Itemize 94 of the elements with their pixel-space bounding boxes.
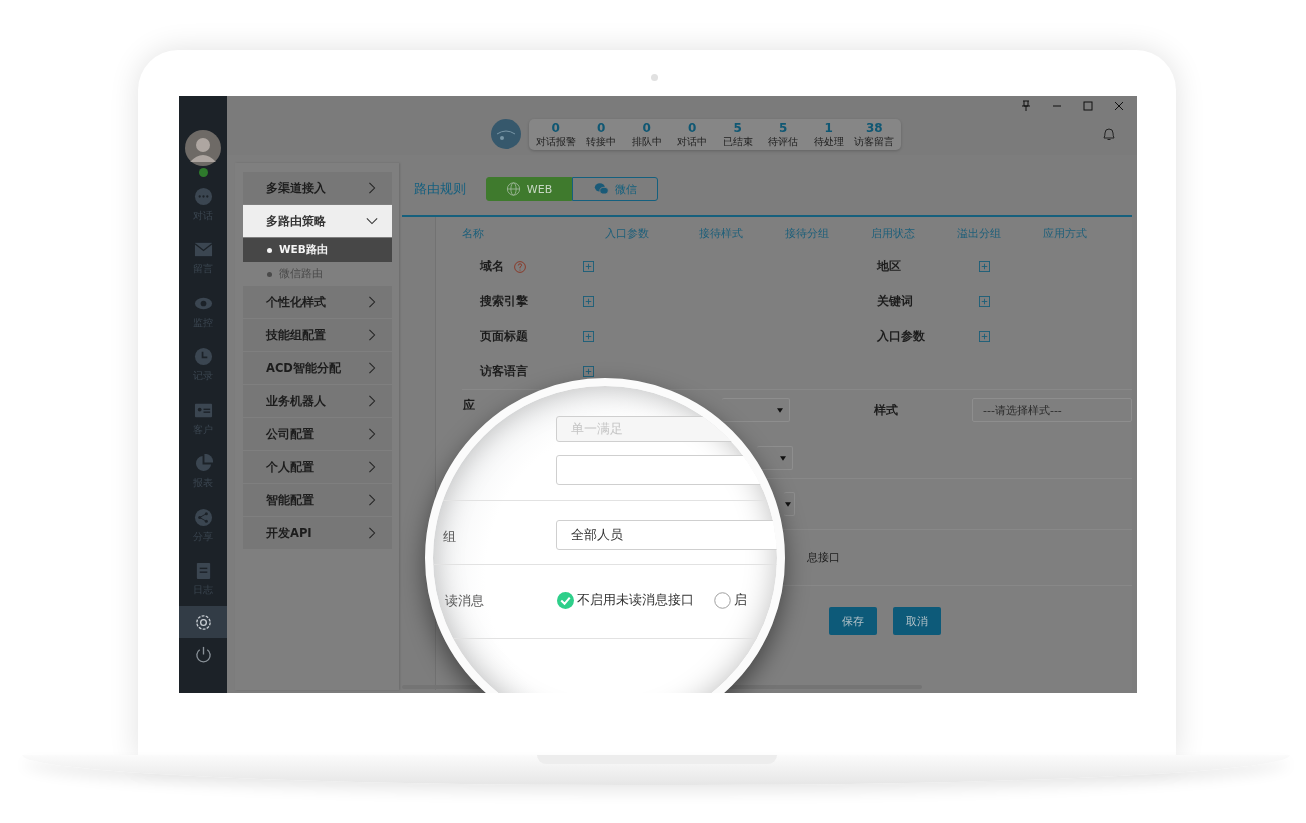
- globe-icon: [505, 182, 521, 196]
- field-label: 组: [443, 528, 456, 546]
- stat-value: 0: [688, 120, 697, 135]
- stat-value: 0: [551, 120, 560, 135]
- radio-button[interactable]: [714, 591, 731, 609]
- column-header: 接待分组: [785, 226, 830, 242]
- stat-label: 已结束: [722, 134, 753, 148]
- menu-item[interactable]: 公司配置: [243, 418, 392, 450]
- dropdown[interactable]: ---请选择样式---: [972, 398, 1132, 422]
- radio-label: 启: [734, 591, 747, 609]
- add-icon[interactable]: [979, 261, 990, 272]
- chat-bubbles-icon: [593, 182, 609, 196]
- add-icon[interactable]: [583, 261, 594, 272]
- chevron-right-icon: [366, 395, 378, 407]
- stat-value: 1: [824, 120, 833, 135]
- column-header: 应用方式: [1043, 226, 1088, 242]
- stat-value: 0: [642, 120, 651, 135]
- settings-icon: [193, 612, 213, 632]
- stat-label: 访客留言: [854, 134, 895, 148]
- condition-label: 关键词: [877, 294, 913, 308]
- menu-item[interactable]: 业务机器人: [243, 385, 392, 417]
- chevron-right-icon: [366, 182, 378, 194]
- avatar: [185, 130, 221, 166]
- help-icon[interactable]: [514, 260, 526, 273]
- submenu-item[interactable]: WEB路由: [243, 238, 392, 262]
- add-icon[interactable]: [583, 296, 594, 307]
- column-header: 名称: [462, 226, 485, 242]
- menu-item[interactable]: 多路由策略: [243, 205, 392, 237]
- chat-icon: [193, 186, 213, 206]
- chevron-right-icon: [366, 428, 378, 440]
- group-field[interactable]: 全部人员: [556, 520, 777, 550]
- add-icon[interactable]: [583, 366, 594, 377]
- menu-item[interactable]: 智能配置: [243, 484, 392, 516]
- chevron-right-icon: [366, 494, 378, 506]
- stat-value: 5: [733, 120, 742, 135]
- stat-value: 5: [779, 120, 788, 135]
- field-label: 应: [463, 398, 476, 413]
- logo-icon: [491, 119, 521, 149]
- caret-icon: [777, 407, 784, 413]
- condition-label: 域名: [480, 259, 504, 274]
- menu-item[interactable]: 开发API: [243, 517, 392, 549]
- check-circle-icon[interactable]: [557, 591, 574, 609]
- nav-item[interactable]: [179, 606, 227, 638]
- stat-value: 38: [865, 120, 883, 135]
- stat-value: 0: [597, 120, 606, 135]
- page-title: 路由规则: [414, 180, 466, 198]
- stat-label: 转接中: [586, 134, 617, 148]
- camera-icon: [651, 74, 658, 81]
- condition-label: 访客语言: [480, 364, 528, 379]
- share-icon: [193, 507, 213, 527]
- radio-label: 息接口: [807, 550, 840, 565]
- menu-item[interactable]: 个人配置: [243, 451, 392, 483]
- add-icon[interactable]: [979, 331, 990, 342]
- chevron-right-icon: [366, 461, 378, 473]
- stat-label: 待处理: [813, 134, 844, 148]
- stat-label: 排队中: [631, 134, 662, 148]
- save-button[interactable]: 保存: [829, 607, 877, 635]
- menu-item[interactable]: 多渠道接入: [243, 172, 392, 204]
- caret-icon: [780, 455, 786, 461]
- condition-label: 地区: [877, 259, 901, 273]
- caret-icon: [785, 501, 791, 507]
- add-icon[interactable]: [979, 296, 990, 307]
- clock-icon: [193, 347, 213, 367]
- close-icon[interactable]: [1113, 100, 1125, 112]
- stat-label: 待评估: [768, 134, 799, 148]
- condition-label: 页面标题: [480, 329, 528, 344]
- column-header: 接待样式: [699, 226, 744, 242]
- stat-label: 对话中: [677, 134, 708, 148]
- cancel-button[interactable]: 取消: [893, 607, 941, 635]
- maximize-icon[interactable]: [1082, 100, 1094, 112]
- menu-item[interactable]: 个性化样式: [243, 286, 392, 318]
- chevron-right-icon: [366, 362, 378, 374]
- field-label: 样式: [874, 402, 900, 418]
- radio-label: 不启用未读消息接口: [577, 591, 694, 609]
- bell-icon[interactable]: [1101, 126, 1117, 142]
- column-header: 启用状态: [871, 226, 916, 242]
- pie-icon: [193, 454, 213, 474]
- chevron-right-icon: [366, 296, 378, 308]
- dropdown[interactable]: [784, 492, 795, 516]
- tab[interactable]: WEB: [486, 177, 572, 201]
- field-label: 读消息: [445, 592, 484, 610]
- menu-item[interactable]: ACD智能分配: [243, 352, 392, 384]
- chevron-down-icon: [366, 215, 378, 227]
- pin-icon[interactable]: [1020, 100, 1032, 112]
- condition-label: 入口参数: [877, 329, 925, 343]
- stat-label: 对话报警: [535, 134, 576, 148]
- menu-item[interactable]: 技能组配置: [243, 319, 392, 351]
- power-icon: [193, 644, 213, 664]
- column-header: 入口参数: [605, 226, 650, 242]
- chevron-right-icon: [366, 329, 378, 341]
- column-header: 溢出分组: [957, 226, 1002, 242]
- chevron-right-icon: [366, 527, 378, 539]
- condition-label: 搜索引擎: [480, 294, 528, 309]
- add-icon[interactable]: [583, 331, 594, 342]
